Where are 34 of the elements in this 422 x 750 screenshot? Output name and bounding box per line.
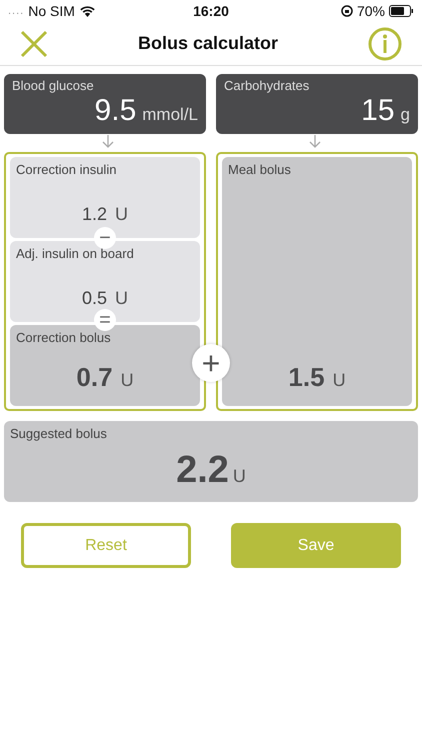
down-arrow-icon (100, 134, 114, 148)
battery-icon (389, 5, 414, 17)
card-label: Correction bolus (16, 330, 112, 345)
unit-text: mmol/L (142, 105, 198, 125)
input-card[interactable]: Carbohydrates 15 g (216, 74, 418, 134)
battery-text: 70% (356, 3, 385, 19)
value-text: 0.5 (82, 288, 108, 309)
input-card[interactable]: Blood glucose 9.5 mmol/L (4, 74, 206, 134)
unit-text: U (332, 370, 346, 391)
input-value: 9.5 (94, 94, 136, 128)
rotation-lock-icon (340, 5, 353, 17)
input-label: Blood glucose (12, 78, 95, 93)
unit-text: U (115, 204, 128, 225)
unit-text: U (120, 370, 134, 391)
value-text: 2.2 (176, 449, 229, 492)
down-arrow-icon (308, 134, 322, 148)
value-text: 1.2 (82, 204, 108, 225)
card-label: Suggested bolus (10, 426, 108, 441)
input-value: 15 (361, 94, 395, 128)
wifi-icon (78, 5, 96, 17)
close-icon[interactable] (20, 30, 48, 58)
signal-dots: .... (8, 5, 24, 17)
info-icon[interactable] (368, 26, 402, 60)
input-label: Carbohydrates (224, 78, 310, 93)
card-label: Correction insulin (16, 162, 118, 177)
value-text: 1.5 (288, 362, 325, 393)
card-label: Meal bolus (228, 162, 292, 177)
unit-text: g (400, 105, 410, 125)
value-text: 0.7 (76, 362, 113, 393)
unit-text: U (232, 466, 246, 487)
unit-text: U (115, 288, 128, 309)
clock-text: 16:20 (193, 3, 229, 19)
screen-title: Bolus calculator (138, 33, 278, 54)
carrier-text: No SIM (28, 3, 75, 19)
